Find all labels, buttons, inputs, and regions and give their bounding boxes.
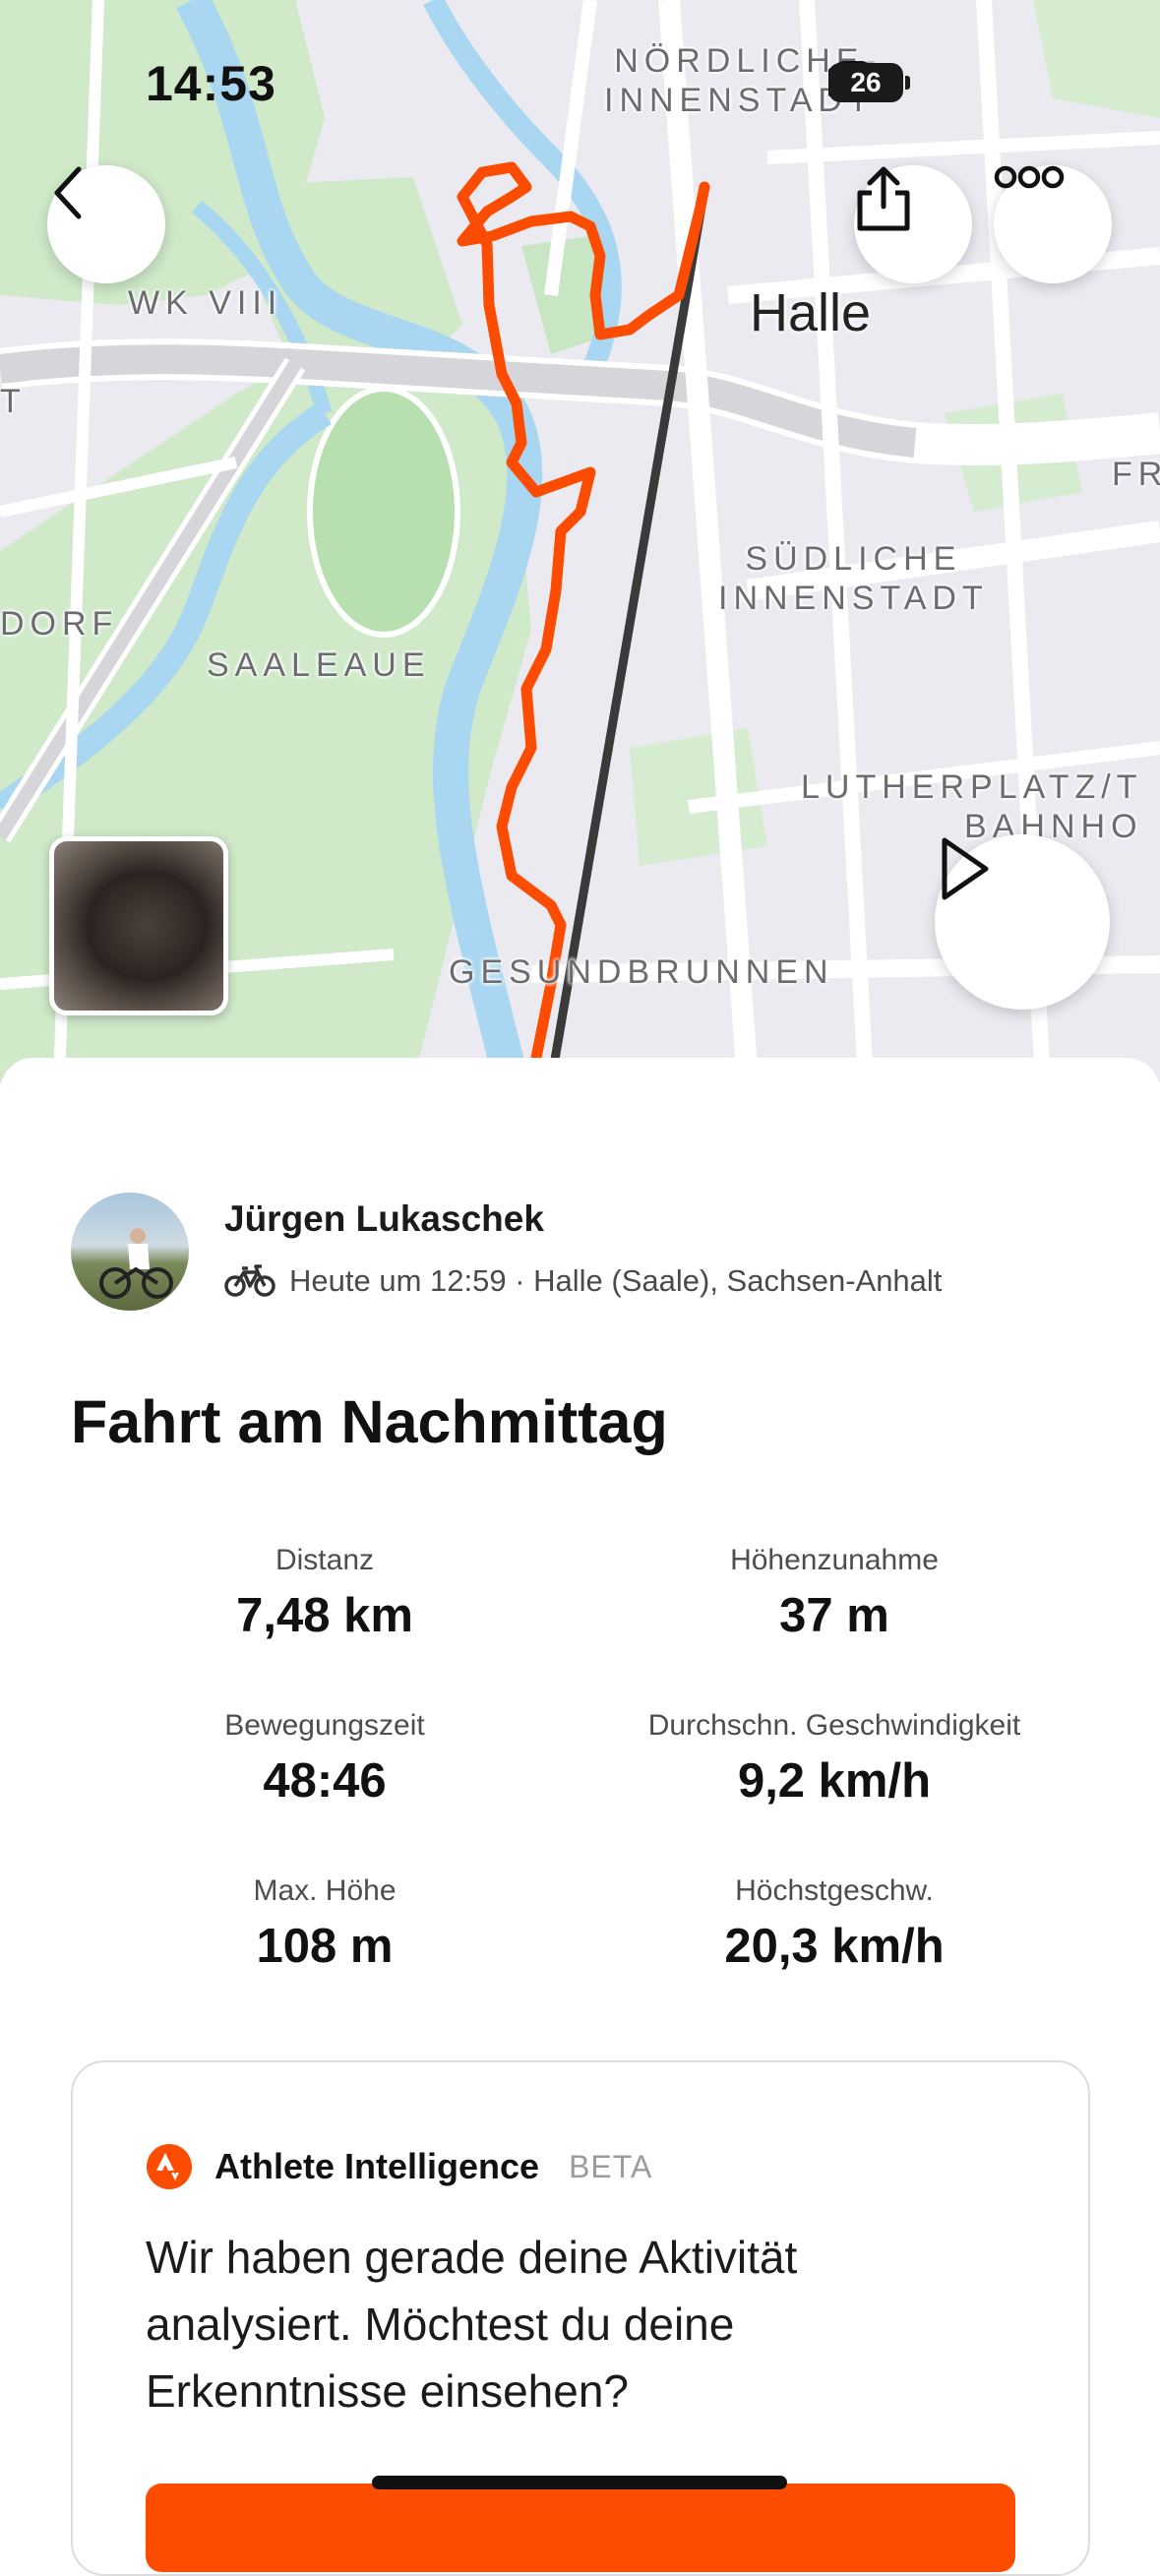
activity-title: Fahrt am Nachmittag	[71, 1388, 668, 1455]
share-button[interactable]	[854, 165, 972, 283]
stat-label: Höhenzunahme	[730, 1544, 939, 1576]
stat-max-elevation: Max. Höhe 108 m	[49, 1873, 600, 1974]
stat-label: Distanz	[275, 1544, 375, 1576]
avatar-image	[99, 1228, 173, 1299]
avatar[interactable]	[71, 1193, 189, 1311]
stat-value: 37 m	[779, 1589, 889, 1642]
athlete-intelligence-text: Wir haben gerade deine Aktivität analysi…	[146, 2232, 798, 2417]
back-icon	[54, 166, 82, 219]
map-label-saaleaue: SAALEAUE	[207, 646, 431, 684]
map-label-fr: FR	[1112, 456, 1160, 493]
share-icon	[857, 166, 910, 231]
beta-badge: BETA	[569, 2148, 653, 2184]
status-time: 14:53	[146, 56, 276, 111]
home-indicator	[372, 2476, 787, 2489]
stat-elevation-gain: Höhenzunahme 37 m	[559, 1543, 1110, 1643]
stat-moving-time: Bewegungszeit 48:46	[49, 1708, 600, 1809]
back-button[interactable]	[47, 165, 165, 283]
activity-meta: Heute um 12:59 · Halle (Saale), Sachsen-…	[224, 1263, 942, 1299]
route-map[interactable]: NÖRDLICHE INNENSTADT WK VIII T Halle FR …	[0, 0, 1160, 1082]
stat-max-speed: Höchstgeschw. 20,3 km/h	[559, 1873, 1110, 1974]
map-label-gesundbrunnen: GESUNDBRUNNEN	[449, 953, 834, 991]
map-label-t: T	[0, 383, 27, 420]
map-label-wk-viii: WK VIII	[128, 284, 283, 322]
map-label-suedliche-innenstadt: SÜDLICHE INNENSTADT	[718, 540, 989, 617]
activity-photo-thumbnail[interactable]	[49, 836, 228, 1015]
play-icon	[942, 837, 989, 900]
stat-value: 9,2 km/h	[737, 1754, 932, 1808]
view-insights-button[interactable]	[146, 2484, 1015, 2572]
map-label-city: Halle	[750, 283, 872, 342]
stat-avg-speed: Durchschn. Geschwindigkeit 9,2 km/h	[559, 1708, 1110, 1809]
more-icon	[994, 165, 1065, 189]
stat-value: 48:46	[263, 1754, 387, 1808]
map-label-dorf: DORF	[0, 605, 119, 643]
status-icons: 26	[828, 61, 910, 104]
bike-icon	[224, 1264, 275, 1297]
athlete-intelligence-card[interactable]: Athlete Intelligence BETA Wir haben gera…	[71, 2060, 1090, 2576]
strava-logo-icon	[147, 2144, 192, 2189]
stat-distance: Distanz 7,48 km	[49, 1543, 600, 1643]
stat-value: 108 m	[256, 1920, 394, 1973]
athlete-intelligence-title: Athlete Intelligence	[214, 2146, 540, 2186]
athlete-intelligence-header: Athlete Intelligence BETA	[146, 2143, 652, 2190]
athlete-name[interactable]: Jürgen Lukaschek	[224, 1198, 544, 1240]
stat-label: Höchstgeschw.	[735, 1874, 934, 1907]
stat-value: 7,48 km	[236, 1589, 413, 1642]
stat-label: Max. Höhe	[253, 1874, 397, 1907]
play-flyover-button[interactable]	[935, 834, 1110, 1010]
battery-icon: 26	[828, 63, 910, 102]
stat-label: Bewegungszeit	[224, 1709, 425, 1742]
stat-value: 20,3 km/h	[724, 1920, 945, 1973]
more-button[interactable]	[994, 165, 1112, 283]
stat-label: Durchschn. Geschwindigkeit	[647, 1709, 1021, 1742]
activity-meta-text: Heute um 12:59 · Halle (Saale), Sachsen-…	[289, 1263, 943, 1298]
